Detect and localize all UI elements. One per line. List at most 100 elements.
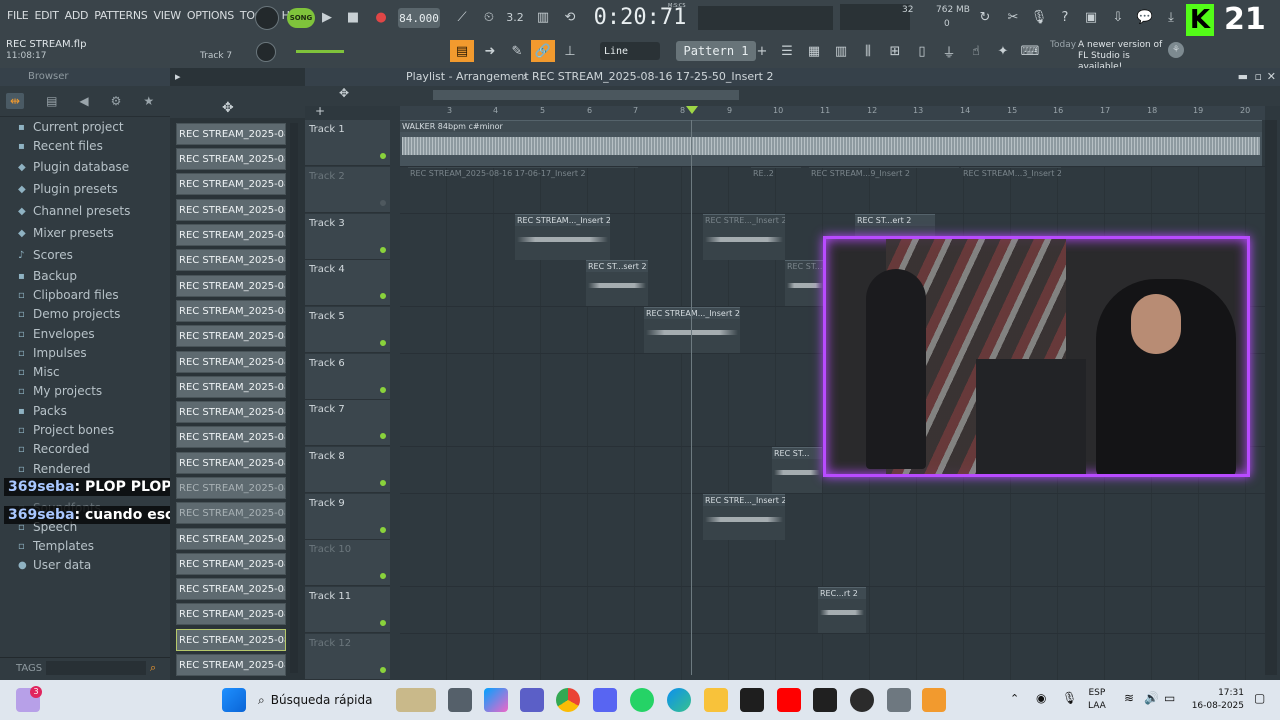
settings-icon[interactable] bbox=[887, 688, 911, 712]
menu-file[interactable]: FILE bbox=[4, 9, 31, 22]
track-header[interactable]: Track 4 bbox=[305, 260, 390, 306]
clip-item-selected[interactable]: REC STREAM_2025-08-16... bbox=[176, 629, 286, 651]
chrome-icon[interactable] bbox=[556, 688, 580, 712]
add-track-icon[interactable]: + bbox=[315, 104, 325, 118]
tools-icon[interactable]: ✂ bbox=[1002, 6, 1024, 28]
clip-item[interactable]: REC STREAM_2025-08-16... bbox=[176, 325, 286, 347]
tab-current-icon[interactable]: ▤ bbox=[46, 94, 57, 108]
track-header[interactable]: Track 12 bbox=[305, 634, 390, 680]
pitch-knob[interactable] bbox=[256, 42, 276, 62]
chat-icon[interactable]: 💬 bbox=[1134, 6, 1156, 28]
search-highlight-icon[interactable] bbox=[396, 688, 436, 712]
browser-item-project-bones[interactable]: ▫ Project bones bbox=[18, 423, 114, 437]
audio-clip[interactable]: REC STREAM_2025-08-16 17-06-17_Insert 2 bbox=[408, 167, 638, 213]
track-header[interactable]: Track 10 bbox=[305, 540, 390, 586]
track-lane[interactable] bbox=[400, 494, 1265, 541]
audio-clip[interactable]: REC STRE..._Insert 2 bbox=[703, 214, 785, 260]
help-icon[interactable]: ? bbox=[1054, 6, 1076, 28]
timeline-ruler[interactable]: 3 4 5 6 7 8 9 10 11 12 13 14 15 16 17 18… bbox=[400, 106, 1265, 121]
clip-item[interactable]: REC STREAM_2025-08-16... bbox=[176, 249, 286, 271]
plug-icon[interactable]: ⏚ bbox=[938, 40, 960, 62]
metronome-icon[interactable]: ⟋ bbox=[452, 7, 472, 27]
clip-item[interactable]: REC STREAM_2025-08-16... bbox=[176, 173, 286, 195]
track-mute-led[interactable] bbox=[380, 573, 386, 579]
battery-icon[interactable]: ▭ bbox=[1164, 691, 1175, 705]
capcut-icon[interactable] bbox=[813, 688, 837, 712]
clip-item[interactable]: REC STREAM_2025-08-16... bbox=[176, 502, 286, 524]
stamp-icon[interactable]: ⊥ bbox=[558, 40, 582, 62]
countdown-icon[interactable]: 3.2 bbox=[505, 7, 525, 27]
browser-item-rendered[interactable]: ▫ Rendered bbox=[18, 462, 90, 476]
add-pattern-icon[interactable]: + bbox=[756, 41, 768, 61]
export-icon[interactable]: ⇩ bbox=[1107, 6, 1129, 28]
task-view-icon[interactable] bbox=[448, 688, 472, 712]
master-pitch-slider[interactable] bbox=[296, 50, 344, 53]
clip-item[interactable]: REC STREAM_2025-08-16... bbox=[176, 351, 286, 373]
windows-start-icon[interactable] bbox=[222, 688, 246, 712]
audio-clip[interactable]: REC STREAM..._Insert 2 bbox=[515, 214, 610, 260]
options-arrow-icon[interactable]: ▸ bbox=[175, 68, 181, 86]
wifi-icon[interactable]: ≋ bbox=[1124, 691, 1134, 705]
track-mute-led[interactable] bbox=[380, 200, 386, 206]
clip-item[interactable]: REC STREAM_2025-08-16... bbox=[176, 275, 286, 297]
clip-item[interactable]: REC STREAM_2025-08-16... bbox=[176, 477, 286, 499]
file-explorer-icon[interactable] bbox=[704, 688, 728, 712]
browser-item-demo-projects[interactable]: ▫ Demo projects bbox=[18, 307, 120, 321]
track-header[interactable]: Track 2 bbox=[305, 167, 390, 213]
browser-item-channel-presets[interactable]: ◆ Channel presets bbox=[18, 204, 130, 218]
menu-add[interactable]: ADD bbox=[62, 9, 92, 22]
clip-item[interactable]: REC STREAM_2025-08-16... bbox=[176, 401, 286, 423]
piano-roll-icon[interactable]: ▦ bbox=[803, 40, 825, 62]
clip-item[interactable]: REC STREAM_2025-08-16... bbox=[176, 603, 286, 625]
horizontal-scrollbar[interactable] bbox=[433, 90, 739, 100]
song-position-marker[interactable] bbox=[686, 106, 698, 114]
browser-item-packs[interactable]: ▪ Packs bbox=[18, 404, 67, 418]
track-mute-led[interactable] bbox=[380, 153, 386, 159]
browser-item-envelopes[interactable]: ▫ Envelopes bbox=[18, 327, 95, 341]
clip-item[interactable]: REC STREAM_2025-08-16... bbox=[176, 654, 286, 676]
clip-item[interactable]: REC STREAM_2025-08-16... bbox=[176, 528, 286, 550]
tray-chevron-icon[interactable]: ⌃ bbox=[1010, 692, 1019, 705]
vertical-scrollbar[interactable] bbox=[1265, 120, 1277, 675]
audio-clip[interactable]: REC STRE..._Insert 2 bbox=[703, 494, 785, 540]
playlist-icon[interactable]: ☰ bbox=[776, 40, 798, 62]
track-header[interactable]: Track 8 bbox=[305, 447, 390, 493]
tab-plugin-icon[interactable]: ⚙ bbox=[111, 94, 122, 108]
volume-icon[interactable]: 🔊 bbox=[1144, 691, 1159, 705]
clip-list-scrollbar[interactable] bbox=[290, 123, 298, 673]
clip-item[interactable]: REC STREAM_2025-08-16... bbox=[176, 376, 286, 398]
clip-item[interactable]: REC STREAM_2025-08-16... bbox=[176, 452, 286, 474]
copilot-icon[interactable] bbox=[484, 688, 508, 712]
track-mute-led[interactable] bbox=[380, 340, 386, 346]
maximize-icon[interactable]: ▫ bbox=[1255, 68, 1262, 86]
clip-item[interactable]: REC STREAM_2025-08-16... bbox=[176, 426, 286, 448]
track-mute-led[interactable] bbox=[380, 480, 386, 486]
track-mute-led[interactable] bbox=[380, 433, 386, 439]
playlist-window-icon[interactable]: ▤ bbox=[450, 40, 474, 62]
track-mute-led[interactable] bbox=[380, 620, 386, 626]
track-header[interactable]: Track 5 bbox=[305, 307, 390, 353]
clip-item[interactable]: REC STREAM_2025-08-16... bbox=[176, 300, 286, 322]
clip-item[interactable]: REC STREAM_2025-08-16... bbox=[176, 123, 286, 145]
tray-mic-icon[interactable]: 🎙 bbox=[1062, 691, 1077, 705]
stop-button[interactable]: ■ bbox=[344, 8, 362, 26]
track-header[interactable]: Track 6 bbox=[305, 354, 390, 400]
snap-selector[interactable]: Line bbox=[600, 42, 660, 60]
app-icon[interactable] bbox=[740, 688, 764, 712]
browser-item-backup[interactable]: ▪ Backup bbox=[18, 269, 77, 283]
audio-clip[interactable]: REC ST...sert 2 bbox=[586, 260, 648, 306]
track-header[interactable]: Track 9 bbox=[305, 494, 390, 540]
pencil-tool-icon[interactable]: ✎ bbox=[505, 40, 529, 62]
audio-clip[interactable]: REC ST... bbox=[785, 260, 825, 306]
audio-clip[interactable]: REC STREAM...9_Insert 2 bbox=[809, 167, 959, 213]
minimize-icon[interactable]: ▬ bbox=[1238, 68, 1248, 86]
browser-item-misc[interactable]: ▫ Misc bbox=[18, 365, 60, 379]
refresh-icon[interactable]: ↻ bbox=[974, 6, 996, 28]
browser-item-scores[interactable]: ♪ Scores bbox=[18, 248, 73, 262]
pattern-selector[interactable]: Pattern 1 bbox=[676, 41, 756, 61]
play-button[interactable]: ▶ bbox=[318, 8, 336, 26]
language-indicator[interactable]: ESP LAA bbox=[1088, 687, 1106, 713]
download-icon[interactable]: ⤓ bbox=[1160, 6, 1182, 28]
loop-record-icon[interactable]: ⟲ bbox=[560, 7, 580, 27]
arrow-right-icon[interactable]: ➜ bbox=[478, 40, 502, 62]
